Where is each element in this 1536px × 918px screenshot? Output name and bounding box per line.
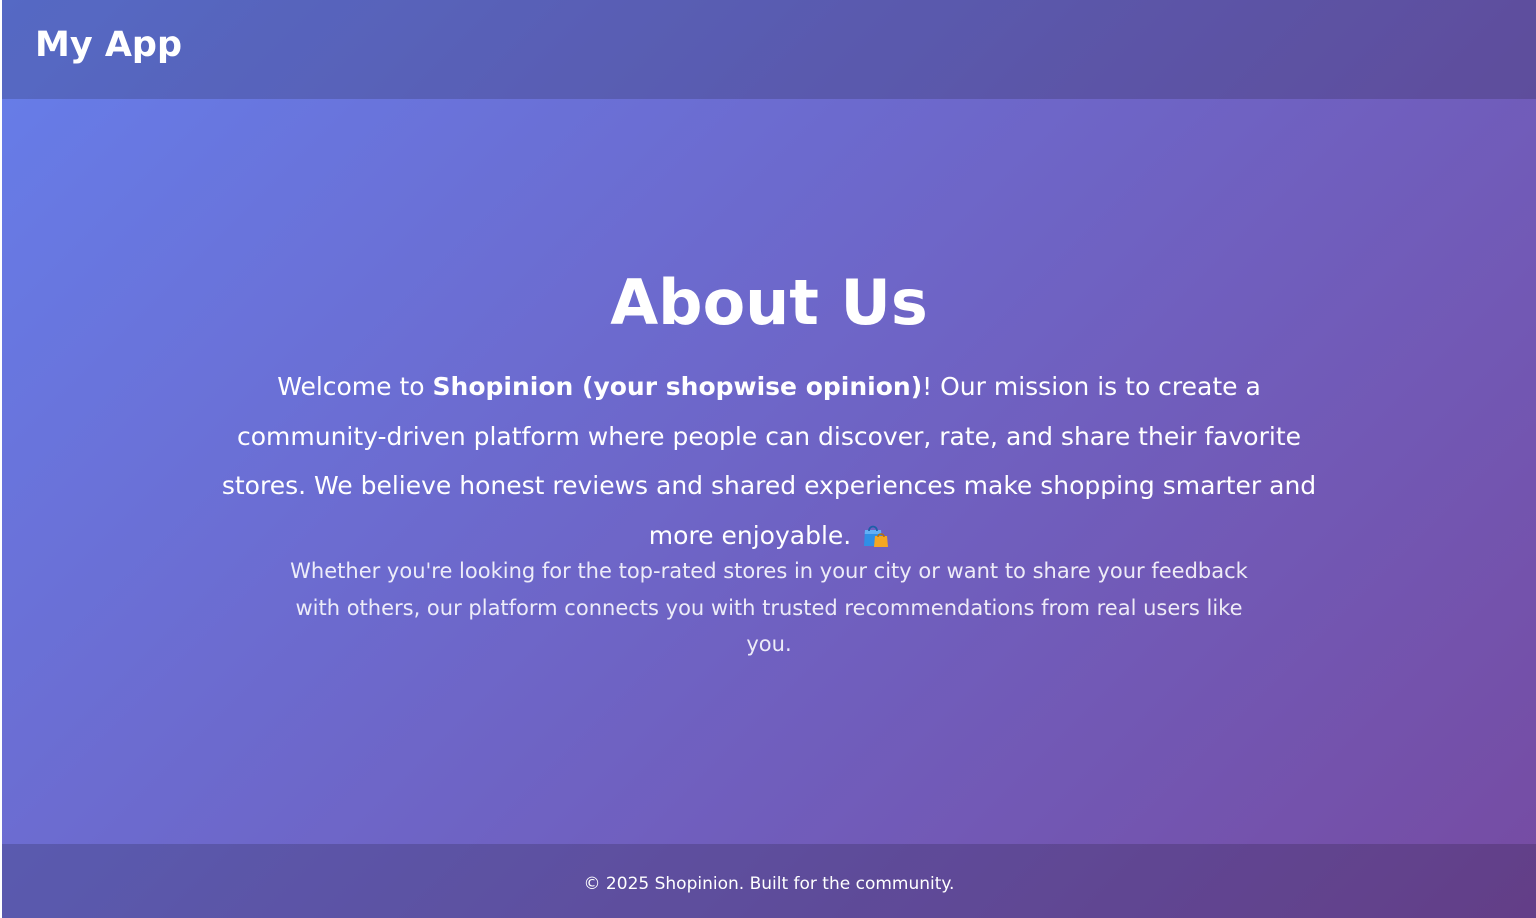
intro-paragraph: Welcome to Shopinion (your shopwise opin…	[209, 362, 1329, 560]
app-brand[interactable]: My App	[35, 22, 182, 68]
app-container: My App About Us Welcome to Shopinion (yo…	[2, 0, 1536, 918]
about-section: About Us Welcome to Shopinion (your shop…	[2, 99, 1536, 844]
brand-name: Shopinion (your shopwise opinion)	[432, 372, 923, 401]
shopping-bags-icon	[861, 515, 889, 547]
intro-prefix: Welcome to	[277, 372, 433, 401]
page-title: About Us	[610, 266, 928, 339]
navbar: My App	[2, 0, 1536, 99]
detail-paragraph: Whether you're looking for the top-rated…	[290, 559, 1248, 656]
footer-copyright: © 2025 Shopinion. Built for the communit…	[583, 874, 955, 894]
footer: © 2025 Shopinion. Built for the communit…	[2, 844, 1536, 918]
